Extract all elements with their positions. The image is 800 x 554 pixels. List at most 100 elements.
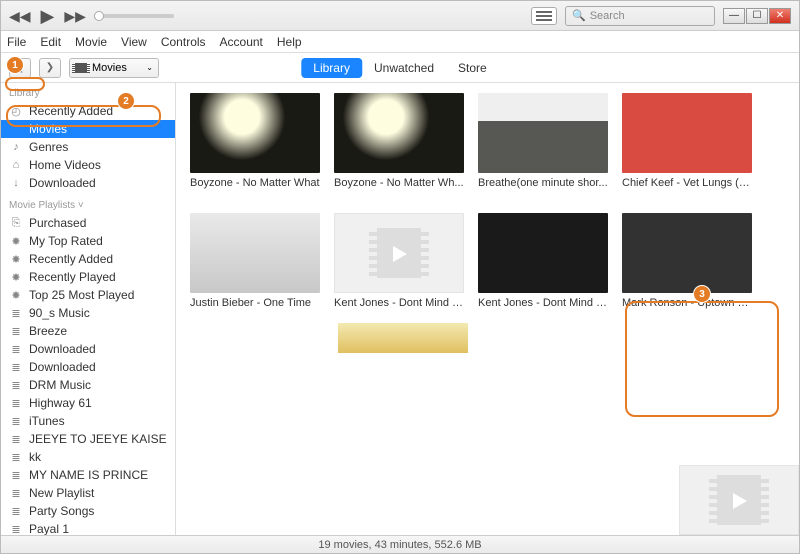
menu-movie[interactable]: Movie [75, 35, 107, 49]
menubar: File Edit Movie View Controls Account Help [1, 31, 799, 53]
media-select-label: Movies [92, 62, 127, 74]
sidebar-playlist-item[interactable]: ≣JEEYE TO JEEYE KAISE [1, 430, 175, 448]
movie-title: Boyzone - No Matter What [190, 177, 320, 189]
film-icon [9, 123, 23, 135]
playlist-icon: ≣ [9, 397, 23, 410]
sidebar-playlist-item[interactable]: ≣iTunes [1, 412, 175, 430]
menu-controls[interactable]: Controls [161, 35, 206, 49]
sidebar-item-downloaded[interactable]: ↓ Downloaded [1, 174, 175, 192]
movie-tile[interactable]: Kent Jones - Dont Mind (... [334, 213, 464, 309]
sidebar-playlist-item[interactable]: ⎘Purchased [1, 214, 175, 232]
playlist-icon: ≣ [9, 523, 23, 536]
close-button[interactable]: ✕ [769, 8, 791, 24]
sidebar-playlist-item[interactable]: ≣DRM Music [1, 376, 175, 394]
tab-store[interactable]: Store [446, 58, 499, 78]
sidebar-playlist-item[interactable]: ≣ Highway 61 [1, 394, 175, 412]
movie-tile[interactable]: Boyzone - No Matter What [190, 93, 320, 189]
sidebar-playlist-item[interactable]: ✸My Top Rated [1, 232, 175, 250]
sidebar-item-home-videos[interactable]: ⌂Home Videos [1, 156, 175, 174]
play-button[interactable]: ▶ [41, 7, 55, 25]
sidebar-playlist-item[interactable]: ≣Breeze [1, 322, 175, 340]
sidebar-playlist-item[interactable]: ✸Top 25 Most Played [1, 286, 175, 304]
maximize-button[interactable]: ☐ [746, 8, 768, 24]
playlist-icon: ≣ [9, 361, 23, 374]
sidebar-section-library: Library [1, 83, 175, 102]
playlist-icon: ≣ [9, 307, 23, 320]
movie-thumbnail[interactable] [334, 93, 464, 173]
movie-title: Kent Jones - Dont Mind (... [334, 297, 464, 309]
playlist-icon: ✸ [9, 253, 23, 266]
library-icon: ↓ [9, 177, 23, 189]
library-icon: ◴ [9, 105, 23, 118]
menu-help[interactable]: Help [277, 35, 302, 49]
movie-tile-partial[interactable] [679, 465, 799, 535]
movie-thumbnail[interactable] [622, 93, 752, 173]
movie-tile-cut[interactable] [338, 323, 468, 353]
search-icon: 🔍 [572, 9, 586, 22]
sidebar-playlist-item[interactable]: ≣ Downloaded [1, 358, 175, 376]
movie-tile[interactable]: Kent Jones - Dont Mind (... [478, 213, 608, 309]
playlist-icon: ≣ [9, 487, 23, 500]
sidebar-item-label: Party Songs [29, 504, 94, 518]
list-view-toggle[interactable] [531, 7, 557, 25]
movie-tile[interactable]: Chief Keef - Vet Lungs (S... [622, 93, 752, 189]
playlist-icon: ≣ [9, 433, 23, 446]
movie-tile[interactable]: Justin Bieber - One Time [190, 213, 320, 309]
movie-title: Justin Bieber - One Time [190, 297, 320, 309]
sidebar-item-genres[interactable]: ♪Genres [1, 138, 175, 156]
sidebar-playlist-item[interactable]: ≣kk [1, 448, 175, 466]
movie-tile[interactable]: Mark Ronson - Uptown F... [622, 213, 752, 309]
tab-library[interactable]: Library [301, 58, 362, 78]
minimize-button[interactable]: — [723, 8, 745, 24]
sidebar-item-label: Movies [29, 122, 67, 136]
sidebar-item-label: Downloaded [29, 176, 96, 190]
movie-title: Mark Ronson - Uptown F... [622, 297, 752, 309]
sidebar-item-label: MY NAME IS PRINCE [29, 468, 148, 482]
next-track-button[interactable]: ▶▶ [64, 9, 86, 23]
sidebar-playlist-item[interactable]: ≣90_s Music [1, 304, 175, 322]
previous-track-button[interactable]: ◀◀ [9, 9, 31, 23]
sidebar-item-label: Recently Added [29, 104, 113, 118]
movie-thumbnail[interactable] [478, 213, 608, 293]
playlist-icon: ≣ [9, 343, 23, 356]
playlist-icon: ≣ [9, 451, 23, 464]
sidebar-section-playlists[interactable]: Movie Playlists ˅ [1, 192, 175, 214]
sidebar-playlist-item[interactable]: ≣ Party Songs [1, 502, 175, 520]
movie-thumbnail[interactable] [334, 213, 464, 293]
movie-thumbnail[interactable] [622, 213, 752, 293]
sidebar-item-movies[interactable]: Movies [1, 120, 175, 138]
sidebar-playlist-item[interactable]: ≣ New Playlist [1, 484, 175, 502]
sidebar-item-recently-added[interactable]: ◴ Recently Added [1, 102, 175, 120]
sidebar-item-label: Home Videos [29, 158, 101, 172]
menu-account[interactable]: Account [220, 35, 263, 49]
titlebar: ◀◀ ▶ ▶▶ 🔍 Search — ☐ ✕ [1, 1, 799, 31]
tab-unwatched[interactable]: Unwatched [362, 58, 446, 78]
film-icon [75, 63, 87, 73]
sidebar-item-label: Downloaded [29, 360, 96, 374]
volume-slider[interactable] [94, 14, 174, 18]
sidebar-playlist-item[interactable]: ≣Payal 1 [1, 520, 175, 535]
sidebar-playlist-item[interactable]: ✸Recently Played [1, 268, 175, 286]
sidebar-playlist-item[interactable]: ✸Recently Added [1, 250, 175, 268]
media-type-select[interactable]: Movies ⌄ [69, 58, 159, 78]
sidebar-playlist-item[interactable]: ≣MY NAME IS PRINCE [1, 466, 175, 484]
movie-tile[interactable]: Breathe(one minute shor... [478, 93, 608, 189]
movie-title: Kent Jones - Dont Mind (... [478, 297, 608, 309]
movie-tile[interactable]: Boyzone - No Matter Wh... [334, 93, 464, 189]
forward-button[interactable]: ❯ [39, 58, 61, 78]
sidebar-item-label: Highway 61 [29, 396, 92, 410]
sidebar-item-label: Top 25 Most Played [29, 288, 134, 302]
annotation-badge-2: 2 [118, 93, 134, 109]
sidebar-item-label: Genres [29, 140, 68, 154]
menu-edit[interactable]: Edit [40, 35, 61, 49]
movie-thumbnail[interactable] [478, 93, 608, 173]
movie-thumbnail[interactable] [190, 93, 320, 173]
sidebar-item-label: New Playlist [29, 486, 94, 500]
sidebar-item-label: DRM Music [29, 378, 91, 392]
sidebar-playlist-item[interactable]: ≣Downloaded [1, 340, 175, 358]
movie-thumbnail[interactable] [190, 213, 320, 293]
playlist-icon: ≣ [9, 505, 23, 518]
menu-file[interactable]: File [7, 35, 26, 49]
menu-view[interactable]: View [121, 35, 147, 49]
search-input[interactable]: 🔍 Search [565, 6, 715, 26]
